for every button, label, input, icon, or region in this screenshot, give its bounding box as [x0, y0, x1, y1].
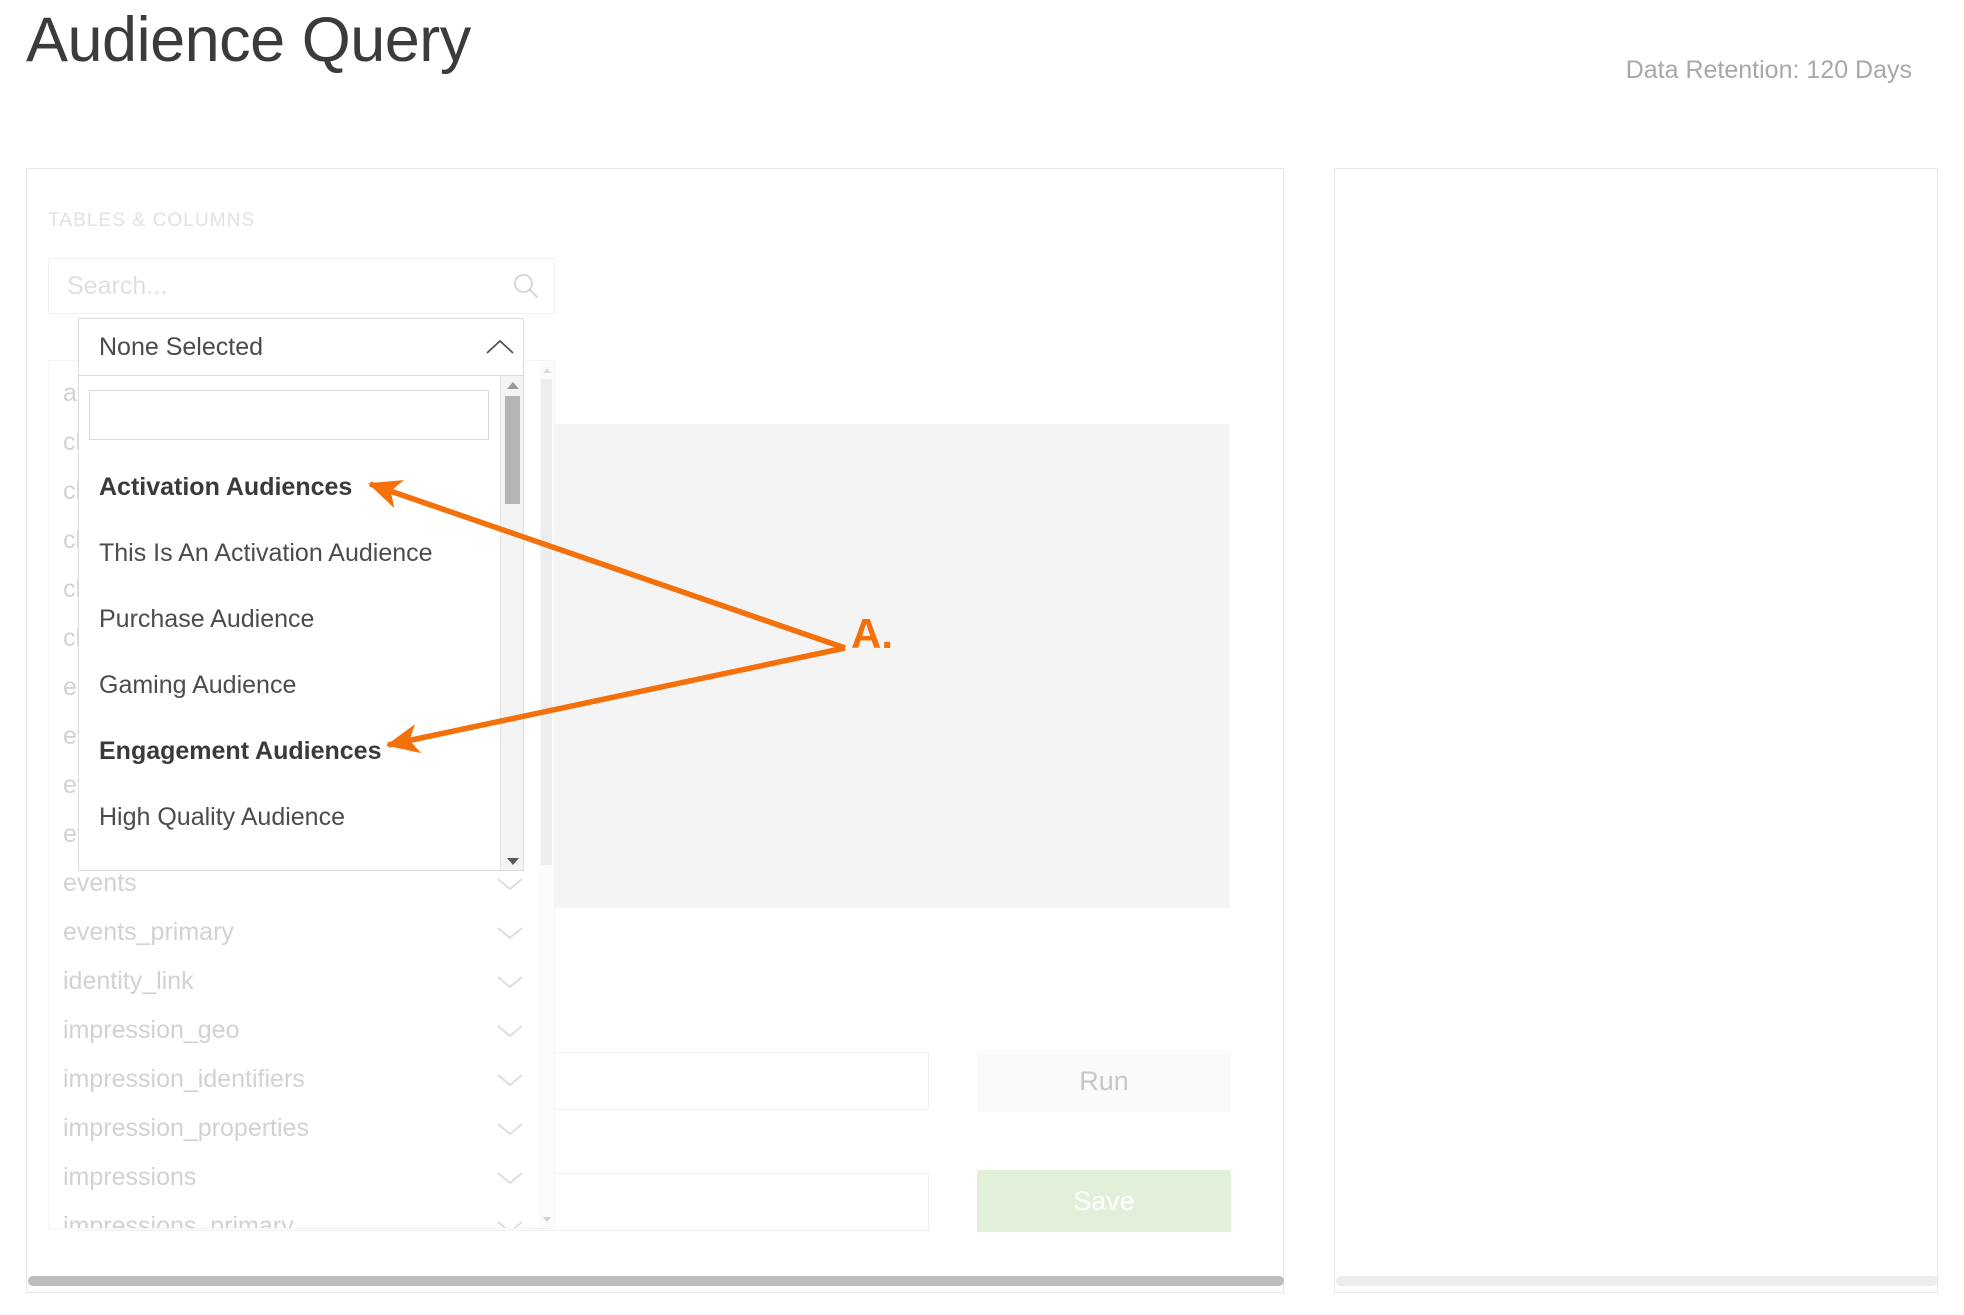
- table-name: impression_identifiers: [63, 1065, 305, 1093]
- tables-columns-panel: [1334, 168, 1938, 1293]
- dropdown-option[interactable]: Purchase Audience: [79, 586, 499, 652]
- chevron-down-icon[interactable]: [490, 925, 524, 941]
- dropdown-option[interactable]: High Quality Audience: [79, 784, 499, 850]
- table-name: impressions_primary: [63, 1212, 294, 1229]
- table-name: impressions: [63, 1163, 197, 1191]
- tables-list-scroll-thumb[interactable]: [541, 379, 552, 865]
- dropdown-option-list[interactable]: Activation Audiences This Is An Activatio…: [79, 454, 499, 870]
- dropdown-filter-input[interactable]: [89, 390, 489, 440]
- dropdown-scroll-thumb[interactable]: [505, 396, 520, 504]
- search-icon[interactable]: [498, 271, 554, 301]
- tables-search-placeholder: Search...: [67, 271, 168, 300]
- chevron-down-icon[interactable]: [490, 1072, 524, 1088]
- tables-search-input[interactable]: Search...: [48, 258, 555, 314]
- dropdown-group-header[interactable]: Activation Audiences: [79, 454, 499, 520]
- table-name: identity_link: [63, 967, 194, 995]
- table-row[interactable]: impressions_primary: [49, 1202, 538, 1229]
- tables-list-vertical-scrollbar[interactable]: [539, 361, 554, 1228]
- table-row[interactable]: events_primary: [49, 908, 538, 957]
- left-panel-horizontal-scrollbar[interactable]: [28, 1276, 1284, 1286]
- saved-audiences-selected-value: None Selected: [99, 332, 264, 361]
- tables-scroll-down-arrow-icon[interactable]: [539, 1212, 554, 1226]
- right-panel-horizontal-scrollbar[interactable]: [1336, 1276, 1938, 1286]
- data-retention-text: Data Retention: 120 Days: [1625, 56, 1912, 84]
- table-row[interactable]: impression_geo: [49, 1006, 538, 1055]
- table-row[interactable]: impression_identifiers: [49, 1055, 538, 1104]
- callout-label-a: A.: [851, 610, 893, 657]
- dropdown-option[interactable]: This Is An Activation Audience: [79, 520, 499, 586]
- chevron-down-icon[interactable]: [490, 974, 524, 990]
- table-row[interactable]: impression_properties: [49, 1104, 538, 1153]
- table-name: events: [63, 869, 137, 897]
- chevron-down-icon[interactable]: [490, 1219, 524, 1228]
- chevron-down-icon[interactable]: [490, 1170, 524, 1186]
- dropdown-option[interactable]: Gaming Audience: [79, 652, 499, 718]
- tables-columns-label: TABLES & COLUMNS: [48, 210, 256, 231]
- saved-audiences-dropdown[interactable]: Activation Audiences This Is An Activatio…: [78, 376, 524, 871]
- chevron-down-icon[interactable]: [490, 1023, 524, 1039]
- chevron-down-icon[interactable]: [490, 1121, 524, 1137]
- tables-scroll-up-arrow-icon[interactable]: [539, 363, 554, 377]
- scroll-down-arrow-icon[interactable]: [501, 852, 523, 870]
- table-name: events_primary: [63, 918, 234, 946]
- table-row[interactable]: impressions: [49, 1153, 538, 1202]
- table-name: impression_properties: [63, 1114, 309, 1142]
- app-root: Audience Query Data Retention: 120 Days …: [0, 0, 1964, 1315]
- save-button[interactable]: Save: [977, 1170, 1231, 1232]
- right-panel-scroll-thumb[interactable]: [1336, 1276, 1938, 1286]
- table-name: impression_geo: [63, 1016, 240, 1044]
- saved-audiences-select[interactable]: None Selected: [78, 318, 524, 376]
- dropdown-vertical-scrollbar[interactable]: [500, 376, 523, 870]
- dropdown-group-header[interactable]: Engagement Audiences: [79, 718, 499, 784]
- chevron-down-icon[interactable]: [490, 876, 524, 892]
- table-row[interactable]: identity_link: [49, 957, 538, 1006]
- left-panel-scroll-thumb[interactable]: [28, 1276, 1284, 1286]
- run-button[interactable]: Run: [977, 1050, 1231, 1112]
- scroll-up-arrow-icon[interactable]: [501, 376, 523, 394]
- chevron-up-icon[interactable]: [477, 318, 523, 376]
- page-title: Audience Query: [26, 5, 471, 75]
